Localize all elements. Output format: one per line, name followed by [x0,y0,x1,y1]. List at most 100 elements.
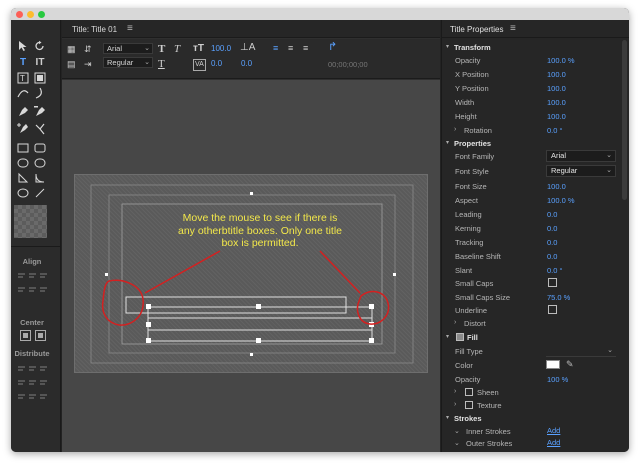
convert-anchor-tool-icon[interactable] [33,123,47,135]
vertical-path-type-tool-icon[interactable] [33,87,47,99]
underline-checkbox[interactable] [548,305,557,314]
prop-value[interactable]: 0.0 ° [547,266,563,275]
vertical-type-tool-icon[interactable]: IT [33,57,47,69]
align-center-icon[interactable] [28,271,37,280]
new-title-icon[interactable]: ▦ [67,44,76,54]
leading-value[interactable]: 0.0 [211,59,222,68]
rectangle-tool-icon[interactable] [16,142,30,154]
italic-icon[interactable]: T [174,44,180,55]
add-outer-stroke-link[interactable]: Add [547,438,560,447]
timecode[interactable]: 00;00;00;00 [328,60,368,69]
roll-crawl-options-icon[interactable]: ⇵ [84,44,92,54]
center-vertical-icon[interactable] [35,330,46,341]
strokes-section[interactable]: ▾ Strokes [442,412,629,425]
properties-menu-icon[interactable]: ≡ [510,23,516,34]
selection-tool-icon[interactable] [16,40,30,52]
fill-color-swatch[interactable] [546,360,560,369]
clipped-corner-rectangle-tool-icon[interactable] [16,157,30,169]
distribute-left-icon[interactable] [17,364,26,373]
templates-icon[interactable]: ▤ [67,59,76,69]
rotation-row[interactable]: › Rotation 0.0 ° [442,124,629,137]
align-right-icon[interactable] [39,271,48,280]
panel-menu-icon[interactable]: ≡ [127,23,133,34]
add-anchor-tool-icon[interactable] [16,123,30,135]
fill-checkbox[interactable] [456,333,464,341]
small-caps-checkbox[interactable] [548,278,557,287]
properties-section-label: Properties [454,139,492,148]
show-background-video-icon[interactable]: ↱ [328,42,337,53]
eyedropper-icon[interactable]: ✎ [566,359,574,370]
sheen-row[interactable]: › Sheen [442,386,629,399]
distribute-spacing-h-icon[interactable] [17,392,26,401]
close-window-button[interactable] [16,11,23,18]
underline-icon[interactable]: T [158,59,165,70]
font-family-dropdown[interactable]: Arial ⌄ [103,43,153,54]
properties-section[interactable]: ▾ Properties [442,137,629,150]
prop-value[interactable]: 100.0 [547,84,566,93]
align-text-left-icon[interactable]: ≡ [273,43,278,53]
transform-section[interactable]: ▾ Transform [442,41,629,54]
prop-value[interactable]: 100.0 [547,112,566,121]
prop-value[interactable]: 100.0 [547,182,566,191]
font-style-select[interactable]: Regular ⌄ [546,165,616,177]
texture-checkbox[interactable] [465,401,473,409]
prop-value[interactable]: 100.0 % [547,196,575,205]
distribute-even-h-icon[interactable] [28,392,37,401]
small-caps-size-value[interactable]: 75.0 % [547,293,570,302]
rounded-corner-rectangle-tool-icon[interactable] [33,157,47,169]
prop-value[interactable]: 100.0 [547,98,566,107]
ellipse-tool-icon[interactable] [16,187,30,199]
title-tab[interactable]: Title: Title 01 [72,25,117,34]
prop-value[interactable]: 0.0 [547,238,557,247]
center-horizontal-icon[interactable] [20,330,31,341]
align-text-center-icon[interactable]: ≡ [288,43,293,53]
add-inner-stroke-link[interactable]: Add [547,426,560,435]
rounded-rectangle-tool-icon[interactable] [33,142,47,154]
align-text-right-icon[interactable]: ≡ [303,43,308,53]
line-tool-icon[interactable] [33,187,47,199]
type-tool-icon[interactable]: T [16,57,30,69]
rotation-tool-icon[interactable] [33,40,47,52]
prop-value[interactable]: 100.0 [547,70,566,79]
tab-stops-icon[interactable]: ⇥ [84,59,92,69]
area-type-tool-icon[interactable]: T [16,72,30,84]
sheen-checkbox[interactable] [465,388,473,396]
fill-opacity-value[interactable]: 100 % [547,375,568,384]
prop-label: Kerning [455,224,481,233]
tracking-value[interactable]: 0.0 [241,59,252,68]
bold-icon[interactable]: T [158,44,165,55]
align-left-icon[interactable] [17,271,26,280]
distribute-right-icon[interactable] [39,364,48,373]
distribute-center-icon[interactable] [28,364,37,373]
distribute-middle-icon[interactable] [28,378,37,387]
fill-section[interactable]: ▾ Fill [442,331,629,344]
expand-triangle-icon: › [454,401,457,408]
distribute-even-v-icon[interactable] [39,392,48,401]
wedge-tool-icon[interactable] [16,172,30,184]
vertical-area-type-tool-icon[interactable] [33,72,47,84]
font-size-value[interactable]: 100.0 [211,44,231,53]
align-middle-icon[interactable] [28,285,37,294]
rotation-value[interactable]: 0.0 ° [547,126,563,135]
arc-tool-icon[interactable] [33,172,47,184]
minimize-window-button[interactable] [27,11,34,18]
distribute-top-icon[interactable] [17,378,26,387]
distribute-bottom-icon[interactable] [39,378,48,387]
font-family-select[interactable]: Arial ⌄ [546,150,616,162]
style-swatch-preview[interactable] [14,205,47,238]
prop-value[interactable]: 0.0 [547,210,557,219]
pen-tool-icon[interactable] [16,106,30,118]
title-canvas[interactable]: Move the mouse to see if there is any ot… [74,174,428,373]
zoom-window-button[interactable] [38,11,45,18]
prop-value[interactable]: 0.0 [547,252,557,261]
align-bottom-icon[interactable] [39,285,48,294]
path-type-tool-icon[interactable] [16,87,30,99]
distort-row[interactable]: › Distort [442,317,629,330]
prop-value[interactable]: 0.0 [547,224,557,233]
delete-anchor-tool-icon[interactable] [33,106,47,118]
fill-type-select[interactable]: ⌄ [546,345,616,357]
font-style-dropdown[interactable]: Regular ⌄ [103,57,153,68]
texture-row[interactable]: › Texture [442,399,629,412]
align-top-icon[interactable] [17,285,26,294]
prop-value[interactable]: 100.0 % [547,56,575,65]
